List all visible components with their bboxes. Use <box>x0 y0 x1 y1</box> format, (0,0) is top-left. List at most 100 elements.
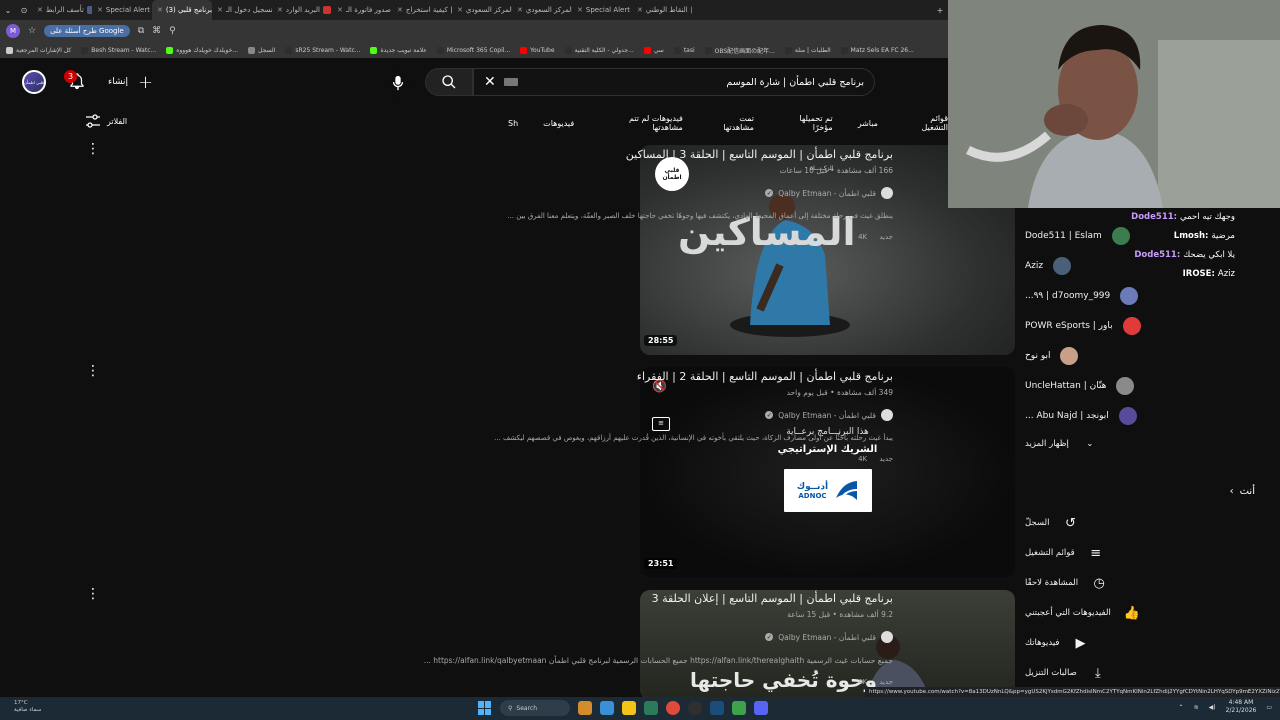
close-tab-icon[interactable]: ✕ <box>217 6 223 14</box>
subscription-item[interactable]: Aziz <box>1025 256 1255 276</box>
you-item[interactable]: ≡ قوائم التشغيل <box>1025 543 1255 563</box>
bookmark-item[interactable]: السجل <box>248 46 275 54</box>
bookmark-item[interactable]: كل الإشارات المرجعية <box>6 46 71 54</box>
share-icon[interactable]: ⧉ <box>138 26 144 36</box>
taskbar-widgets-icon[interactable] <box>578 701 592 715</box>
filters-button[interactable]: الفلاتر <box>85 114 127 128</box>
wifi-icon[interactable]: ≋ <box>1194 704 1199 711</box>
profile-avatar[interactable]: M <box>6 24 20 38</box>
filter-chip[interactable]: Sh <box>508 119 518 128</box>
voice-search-mic-icon[interactable] <box>384 69 412 97</box>
new-tab-button[interactable]: + <box>932 6 948 15</box>
browser-tab[interactable]: ✕ النقاط الوطني <box>632 0 692 20</box>
google-ask-chip[interactable]: طرح أسئلة على Google <box>44 25 130 37</box>
filter-chip[interactable]: تم تحميلها مؤخرًا <box>779 114 832 132</box>
browser-tab[interactable]: ✕ صدور فاتورة الـ <box>332 0 392 20</box>
notification-center-icon[interactable]: ▭ <box>1266 704 1272 711</box>
bookmark-item[interactable]: Microsoft 365 Copil... <box>436 46 510 54</box>
tab-search-icon[interactable]: ⌄ <box>0 6 16 15</box>
close-tab-icon[interactable]: ✕ <box>157 6 163 14</box>
steam-icon[interactable] <box>710 701 724 715</box>
close-tab-icon[interactable]: ✕ <box>337 6 343 14</box>
volume-icon[interactable]: ◀) <box>1209 704 1216 711</box>
clear-search-icon[interactable]: ✕ <box>484 74 496 90</box>
store-icon[interactable] <box>644 701 658 715</box>
discord-icon[interactable] <box>754 701 768 715</box>
chrome-icon[interactable] <box>666 701 680 715</box>
you-item[interactable]: 👍 الفيديوهات التي أعجبتني <box>1025 603 1255 623</box>
more-actions-icon[interactable]: ⋮ <box>86 587 100 601</box>
taskbar-search-box[interactable]: ⚲ Search <box>500 700 570 716</box>
channel-name[interactable]: قلبي اطمأن - Qalby Etmaan <box>778 633 876 642</box>
you-item[interactable]: ▶ فيديوهاتك <box>1025 633 1255 653</box>
more-actions-icon[interactable]: ⋮ <box>86 364 100 378</box>
filter-chip[interactable]: فيديوهات لم تتم مشاهدتها <box>599 114 683 132</box>
video-title[interactable]: برنامج قلبي اطمأن | الموسم التاسع | إعلا… <box>473 592 893 605</box>
tray-overflow-icon[interactable]: ⌃ <box>1179 704 1184 711</box>
you-item[interactable]: ↺ السجلّ <box>1025 513 1255 533</box>
subscription-item[interactable]: Dode511 | Eslam <box>1025 226 1255 246</box>
bookmark-item[interactable]: Matz Sels EA FC 26... <box>840 46 914 54</box>
channel-avatar-small[interactable] <box>881 409 893 421</box>
filter-chip[interactable]: فيديوهات <box>543 119 574 128</box>
more-actions-icon[interactable]: ⋮ <box>86 142 100 156</box>
bookmark-item[interactable]: الطلبات | منلة <box>784 46 831 54</box>
browser-tab[interactable]: ✕ تأسف الرابط <box>32 0 92 20</box>
browser-tab[interactable]: ✕ المركز السعودي <box>452 0 512 20</box>
you-item[interactable]: ⤓ صالبات التنزيل <box>1025 663 1255 683</box>
browser-tab[interactable]: ✕ البريد الوارد <box>272 0 332 20</box>
app-icon[interactable] <box>732 701 746 715</box>
weather-widget[interactable]: 17°C سماء صافية <box>14 700 41 714</box>
filter-chip[interactable]: تمت مشاهدتها <box>708 114 754 132</box>
browser-tab[interactable]: ✕ المركز السعودي <box>512 0 572 20</box>
browser-tab[interactable]: ✕ تسجيل دخول الـ <box>212 0 272 20</box>
obs-icon[interactable] <box>688 701 702 715</box>
file-explorer-icon[interactable] <box>622 701 636 715</box>
close-tab-icon[interactable]: ✕ <box>517 6 523 14</box>
channel-row[interactable]: قلبي اطمأن - Qalby Etmaan ✓ <box>473 409 893 421</box>
subscription-item[interactable]: ابونجد | Abu Najd ... <box>1025 406 1255 426</box>
browser-tab[interactable]: ✕ كيفية استخراج <box>392 0 452 20</box>
close-tab-icon[interactable]: ✕ <box>637 6 643 14</box>
close-tab-icon[interactable]: ✕ <box>277 6 283 14</box>
channel-avatar-small[interactable] <box>881 187 893 199</box>
search-input[interactable]: ✕ برنامج قلبي اطمأن | شارة الموسم <box>473 68 875 96</box>
subscription-item[interactable]: هتّان | UncleHattan <box>1025 376 1255 396</box>
show-more-button[interactable]: ⌄ إظهار المزيد <box>1025 434 1255 454</box>
bookmark-item[interactable]: Besh Stream - Watc... <box>81 46 156 54</box>
close-tab-icon[interactable]: ✕ <box>37 6 43 14</box>
channel-avatar[interactable]: قلبي اطمأن <box>22 70 46 94</box>
keyboard-icon[interactable] <box>503 78 518 86</box>
filter-chip[interactable]: مباشر <box>858 119 878 128</box>
extensions-icon[interactable]: ⌘ <box>152 26 161 36</box>
browser-tab[interactable]: ✕ Special Alert <box>572 0 632 20</box>
lens-icon[interactable]: ⚲ <box>169 26 176 36</box>
close-tab-icon[interactable]: ✕ <box>577 6 583 14</box>
you-section-heading[interactable]: أنت › <box>1230 486 1255 497</box>
bookmark-item[interactable]: OBS配信画面の配年... <box>704 46 775 55</box>
filter-chip[interactable]: قوائم التشغيل <box>903 114 948 132</box>
you-item[interactable]: ◷ المشاهدة لاحقًا <box>1025 573 1255 593</box>
windows-start-icon[interactable] <box>478 701 492 715</box>
subscription-item[interactable]: ابو نوح <box>1025 346 1255 366</box>
browser-tab[interactable]: ✕ Special Alert <box>92 0 152 20</box>
bookmark-item[interactable]: tasi <box>673 46 695 54</box>
channel-avatar-small[interactable] <box>881 631 893 643</box>
channel-name[interactable]: قلبي اطمأن - Qalby Etmaan <box>778 189 876 198</box>
bookmark-item[interactable]: خويلدك خويلدك هوووه... <box>166 46 238 54</box>
bookmark-item[interactable]: علامة تبويب جديدة <box>370 46 427 54</box>
channel-row[interactable]: قلبي اطمأن - Qalby Etmaan ✓ <box>473 187 893 199</box>
close-tab-icon[interactable]: ✕ <box>457 6 463 14</box>
close-tab-icon[interactable]: ✕ <box>97 6 103 14</box>
search-button[interactable] <box>425 68 473 96</box>
channel-name[interactable]: قلبي اطمأن - Qalby Etmaan <box>778 411 876 420</box>
browser-tab[interactable]: ✕ (3) برنامج قلبي <box>152 0 212 20</box>
video-title[interactable]: برنامج قلبي اطمأن | الموسم التاسع | الحل… <box>473 148 893 161</box>
bookmark-item[interactable]: سي <box>643 46 664 54</box>
chrome-menu-icon[interactable]: ⊙ <box>16 6 32 15</box>
subscription-item[interactable]: d7oomy_999 | ٩٩... <box>1025 286 1255 306</box>
channel-row[interactable]: قلبي اطمأن - Qalby Etmaan ✓ <box>473 631 893 643</box>
clock[interactable]: 4:48 AM 2/21/2026 <box>1226 699 1257 715</box>
bookmark-item[interactable]: YouTube <box>520 46 555 54</box>
bookmark-item[interactable]: جدولي - الكلية التقنية... <box>564 46 634 54</box>
